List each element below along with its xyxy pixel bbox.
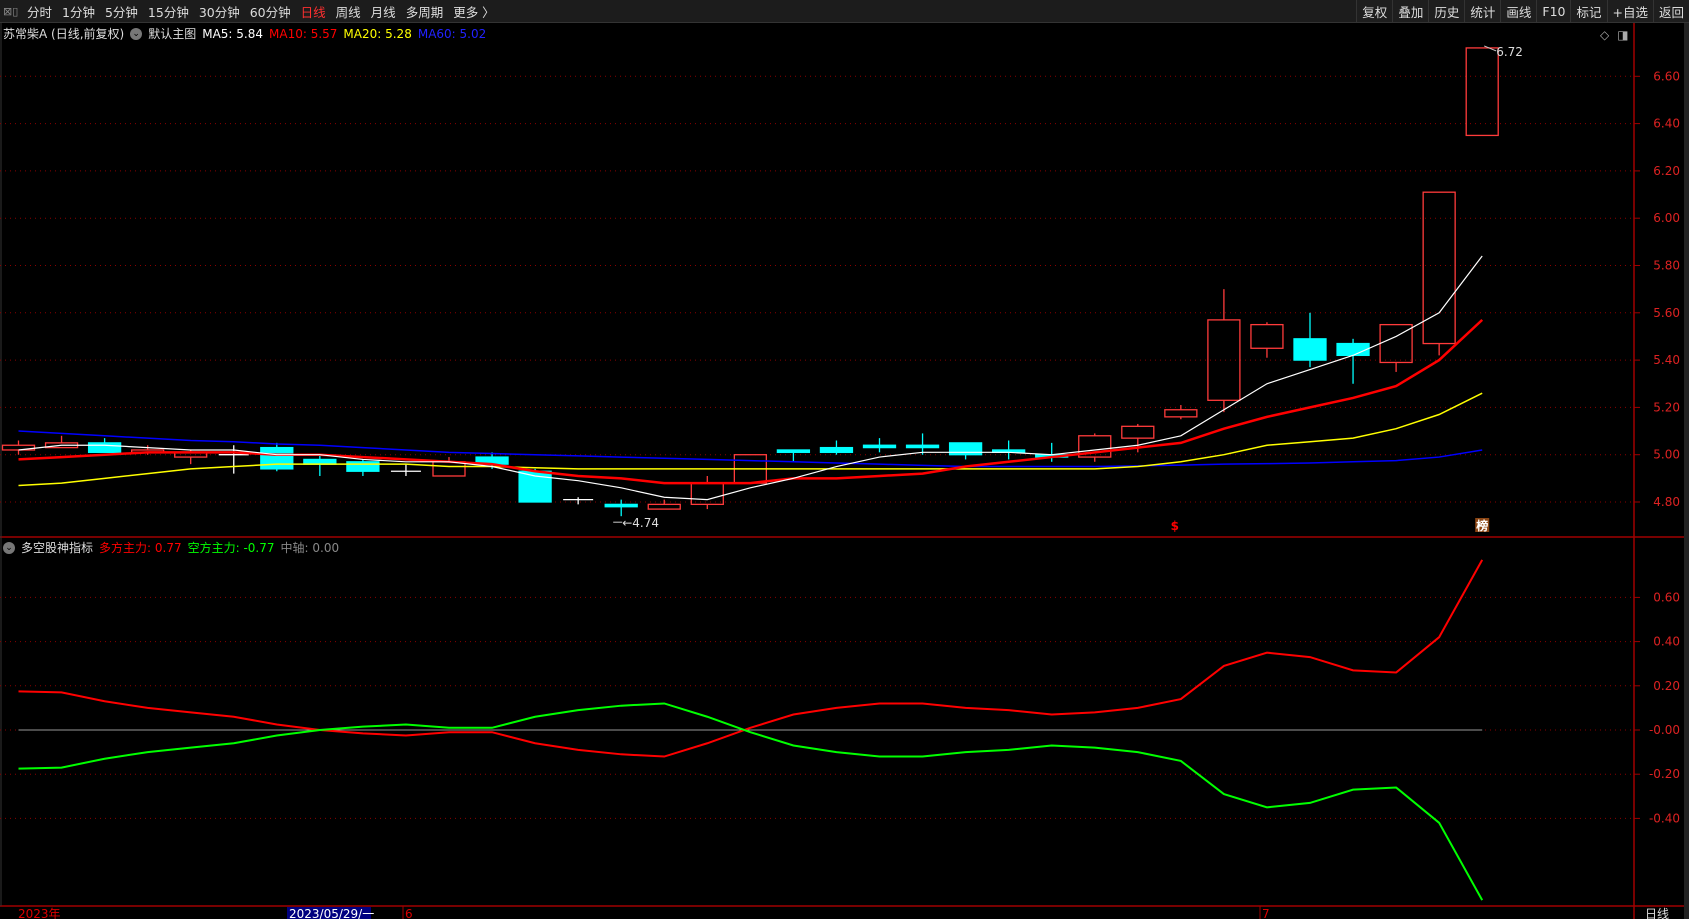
indicator-tick-label: -0.40 xyxy=(1649,811,1680,825)
toolbar-button-7[interactable]: +自选 xyxy=(1606,0,1653,22)
toolbar-button-6[interactable]: 标记 xyxy=(1570,0,1607,22)
period-label: 日线 xyxy=(1645,907,1669,919)
price-tick-label: 6.40 xyxy=(1653,117,1680,131)
collapse-sidebar-icon[interactable]: ⊠▯ xyxy=(0,5,22,18)
toolbar-button-1[interactable]: 叠加 xyxy=(1392,0,1429,22)
candle-body xyxy=(260,446,294,470)
price-tick-label: 5.00 xyxy=(1653,448,1680,462)
candle xyxy=(690,475,724,510)
candle-body xyxy=(1121,425,1155,439)
tab-7[interactable]: 周线 xyxy=(331,5,366,20)
price-tick-label: 5.60 xyxy=(1653,306,1680,320)
candle-body xyxy=(432,461,466,477)
price-tick-label: 4.80 xyxy=(1653,495,1680,509)
candle xyxy=(563,497,594,505)
candle xyxy=(1293,312,1327,368)
candle-body xyxy=(647,503,681,510)
toolbar-button-2[interactable]: 历史 xyxy=(1428,0,1465,22)
kline-chart[interactable]: 6.60 6.40 6.20 6.00 5.80 5.60 5.40 5.20 5.00 4.80… xyxy=(0,23,1684,919)
candle xyxy=(390,464,421,476)
candle xyxy=(346,459,380,476)
toolbar-button-4[interactable]: 画线 xyxy=(1500,0,1537,22)
price-tick-label: 5.80 xyxy=(1653,259,1680,273)
candle-body xyxy=(1422,191,1456,345)
indicator-tick-label: -0.20 xyxy=(1649,767,1680,781)
candle-body xyxy=(819,446,854,453)
candle xyxy=(776,449,811,462)
toolbar-right-buttons: 复权 叠加 历史 统计 画线 F10 标记 +自选 返回 xyxy=(1356,0,1689,22)
candle xyxy=(905,433,940,455)
candle xyxy=(992,440,1026,460)
candle xyxy=(260,442,294,472)
indicator-tick-label: 0.40 xyxy=(1653,635,1680,649)
candle-body xyxy=(1336,342,1370,357)
candle-body xyxy=(87,442,122,453)
candle-body xyxy=(690,482,724,506)
candle xyxy=(1336,338,1370,384)
candle xyxy=(1465,47,1499,137)
tab-10[interactable]: 更多 〉 xyxy=(448,5,499,20)
indicator-tick-label: 0.20 xyxy=(1653,679,1680,693)
candle-body xyxy=(1465,47,1499,137)
candle-body xyxy=(346,461,380,472)
period-tabs: 分时 1分钟 5分钟 15分钟 30分钟 60分钟 日线 周线 月线 多周期 更多 〉 xyxy=(22,2,500,21)
toolbar-button-5[interactable]: F10 xyxy=(1536,0,1571,22)
low-price-label: ←4.74 xyxy=(622,516,659,530)
scrollbar[interactable] xyxy=(1684,23,1689,919)
high-price-label: 6.72 xyxy=(1496,45,1523,59)
event-marker: $ xyxy=(1171,519,1179,533)
candle xyxy=(862,438,897,453)
candle-body xyxy=(776,449,811,453)
tab-1[interactable]: 1分钟 xyxy=(57,5,100,20)
tab-5[interactable]: 60分钟 xyxy=(245,5,296,20)
candle xyxy=(1164,405,1198,420)
candle-body xyxy=(1164,409,1198,418)
toolbar-button-3[interactable]: 统计 xyxy=(1464,0,1501,22)
toolbar-button-0[interactable]: 复权 xyxy=(1356,0,1393,22)
candle xyxy=(1078,433,1112,462)
tab-2[interactable]: 5分钟 xyxy=(100,5,143,20)
tab-8[interactable]: 月线 xyxy=(366,5,401,20)
candle xyxy=(1,440,36,455)
candle xyxy=(1207,289,1241,413)
event-marker: 榜 xyxy=(1476,518,1488,533)
indicator-tick-label: 0.60 xyxy=(1653,590,1680,604)
candle xyxy=(1379,323,1413,372)
tab-4[interactable]: 30分钟 xyxy=(194,5,245,20)
date-label-year: 2023年 xyxy=(18,907,61,919)
candle xyxy=(948,442,983,460)
toolbar-button-8[interactable]: 返回 xyxy=(1652,0,1689,22)
tab-9[interactable]: 多周期 xyxy=(401,5,449,20)
bear-line xyxy=(18,702,1484,901)
candle-body xyxy=(1250,323,1284,349)
price-tick-label: 5.40 xyxy=(1653,353,1680,367)
candle xyxy=(647,499,681,510)
tab-3[interactable]: 15分钟 xyxy=(143,5,194,20)
date-cursor-label: 2023/05/29/一 xyxy=(289,907,374,919)
price-tick-label: 6.20 xyxy=(1653,164,1680,178)
tab-0[interactable]: 分时 xyxy=(22,5,57,20)
candle-body xyxy=(862,444,897,449)
candle xyxy=(819,440,854,455)
indicator-tick-label: -0.00 xyxy=(1649,723,1680,737)
ma10-line xyxy=(18,318,1484,485)
price-tick-label: 5.20 xyxy=(1653,400,1680,414)
date-label-june: 6 xyxy=(405,907,413,919)
candle xyxy=(1422,191,1456,356)
price-tick-label: 6.60 xyxy=(1653,69,1680,83)
candle-body xyxy=(1293,338,1327,361)
candle-body xyxy=(905,444,940,449)
period-toolbar: ⊠▯ 分时 1分钟 5分钟 15分钟 30分钟 60分钟 日线 周线 月线 多周期 更多 〉 复权叠… xyxy=(0,0,1689,23)
tab-6[interactable]: 日线 xyxy=(296,5,331,20)
candle-body xyxy=(604,503,638,508)
candle xyxy=(1250,322,1284,358)
ma60-line xyxy=(18,430,1483,468)
price-tick-label: 6.00 xyxy=(1653,211,1680,225)
bull-line xyxy=(18,559,1484,758)
candle xyxy=(303,454,337,476)
date-label-july: 7 xyxy=(1262,907,1270,919)
